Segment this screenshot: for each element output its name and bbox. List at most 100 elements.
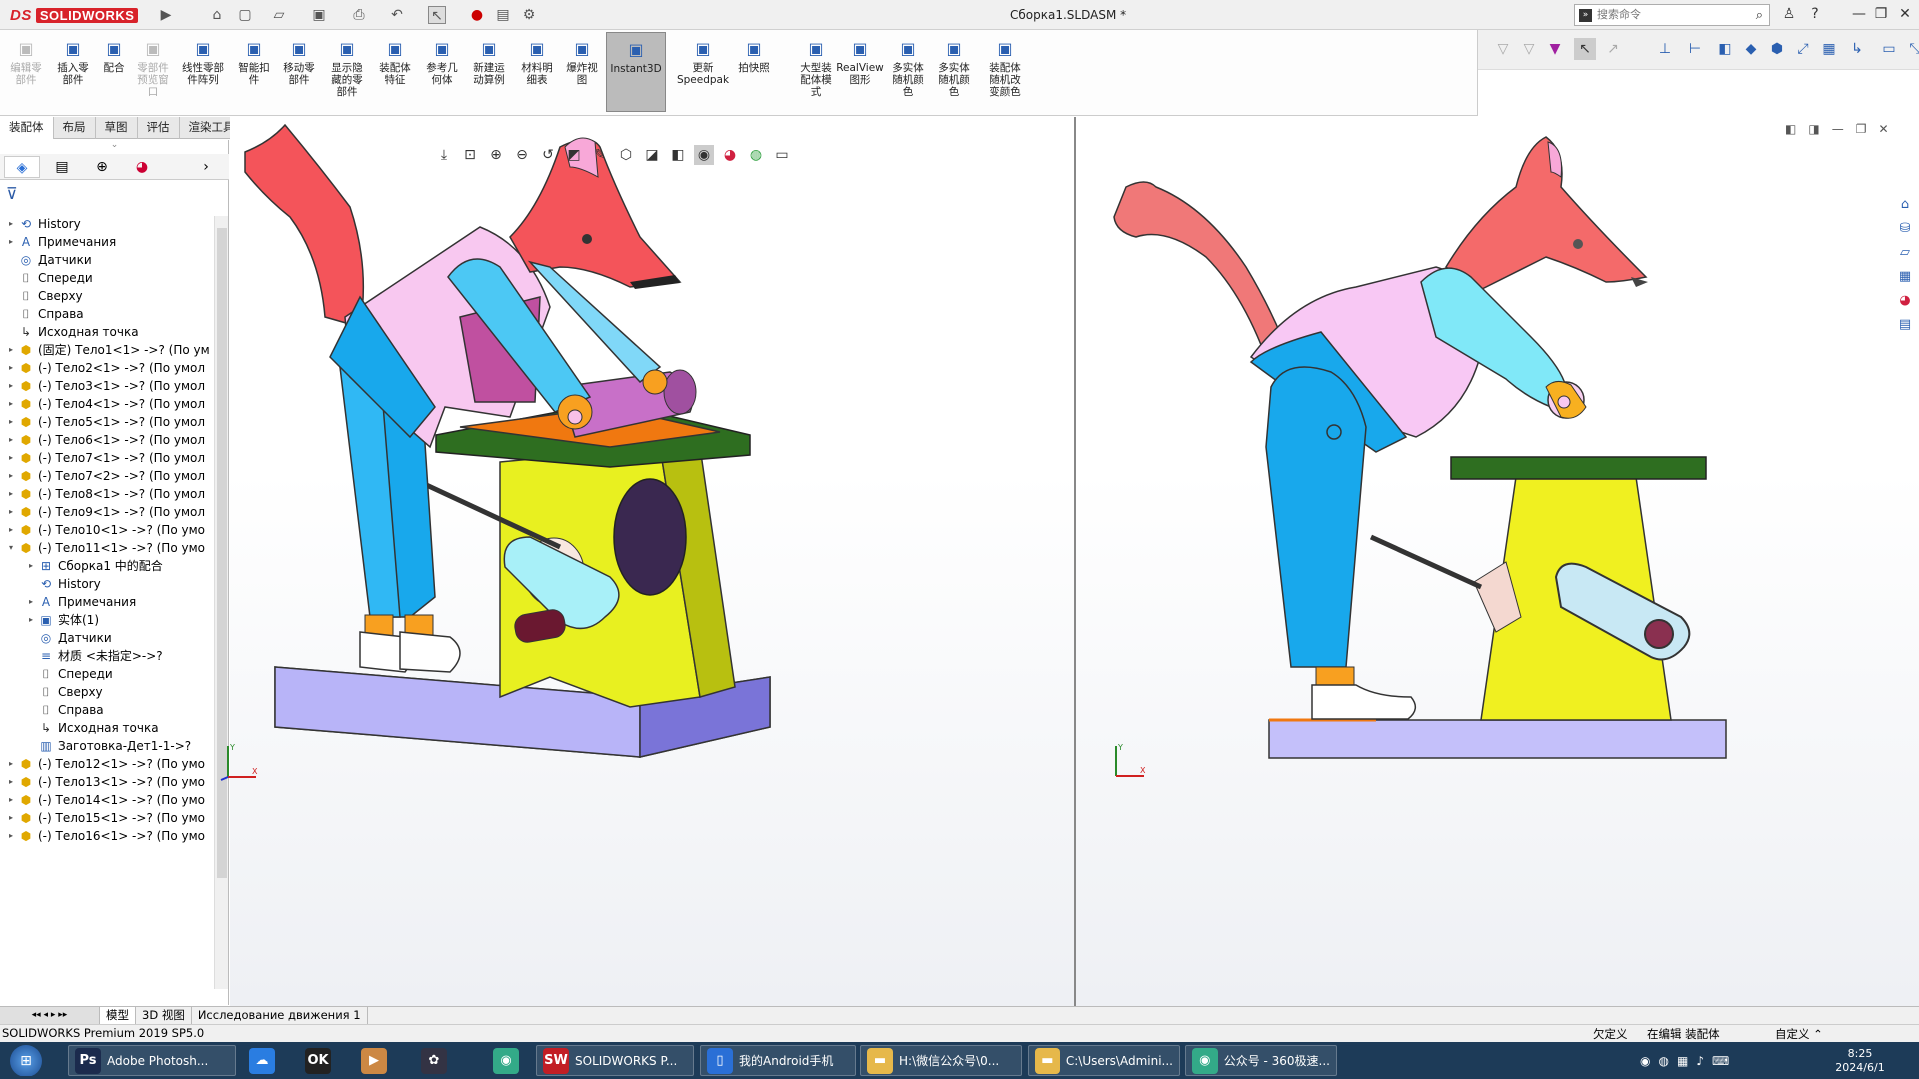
tree-item[interactable]: ▸ ⬢ (-) Тело5<1> ->? (По умол	[6, 412, 205, 432]
filter-faces-icon[interactable]: ▽	[1518, 38, 1540, 60]
tree-item[interactable]: ▸ ⬢ (-) Тело3<1> ->? (По умол	[6, 376, 205, 396]
magnetic-icon[interactable]: ↗	[1602, 38, 1624, 60]
start-button[interactable]: ⊞	[6, 1045, 46, 1076]
search-icon[interactable]: ⌕	[1756, 6, 1763, 26]
tray-ime-icon[interactable]: ⌨	[1712, 1054, 1729, 1068]
tree-scrollbar[interactable]	[214, 216, 228, 989]
tree-item[interactable]: ▸ ⬢ (-) Тело15<1> ->? (По умо	[6, 808, 205, 828]
tree-item[interactable]: ▥ Заготовка-Дет1-1->?	[26, 736, 191, 756]
taskbar-clock[interactable]: 8:25 2024/6/1	[1830, 1045, 1890, 1076]
graphics-viewport-left[interactable]: YX	[209, 117, 1074, 1006]
taskbar-item-6[interactable]: SW SOLIDWORKS P...	[536, 1045, 694, 1076]
ribbon-button-20[interactable]: ▣ 装配体 随机改 变颜色	[978, 32, 1032, 112]
zoom-out-icon[interactable]: ⊖	[512, 145, 532, 165]
tree-expand-toggle-icon[interactable]: ▸	[6, 448, 16, 468]
tree-item[interactable]: ⌷ Сверху	[26, 682, 102, 702]
surface-icon[interactable]: ◧	[1714, 38, 1736, 60]
file-explorer-icon[interactable]: ▱	[1895, 243, 1915, 263]
close-button[interactable]: ✕	[1896, 6, 1914, 22]
ribbon-button-8[interactable]: ▣ 装配体 特征	[372, 32, 418, 112]
view-orient-icon[interactable]: ◆	[1740, 38, 1762, 60]
tree-item[interactable]: ▸ ⬢ (-) Тело7<1> ->? (По умол	[6, 448, 205, 468]
file-properties-icon[interactable]: ▤	[494, 6, 512, 24]
tree-expand-toggle-icon[interactable]: ▸	[6, 754, 16, 774]
ribbon-button-4[interactable]: ▣ 线性零部 件阵列	[176, 32, 230, 112]
save-icon[interactable]: ▣	[310, 6, 328, 24]
appearances-icon[interactable]: ◕	[1895, 291, 1915, 311]
display-monitor-icon[interactable]: ▭	[772, 145, 792, 165]
display-style-icon[interactable]: ◪	[642, 145, 662, 165]
property-manager-tab-icon[interactable]: ▤	[44, 156, 80, 178]
tree-item[interactable]: ≡ 材质 <未指定>->?	[26, 646, 163, 666]
rebuild-icon[interactable]: ●	[468, 6, 486, 24]
zoom-to-fit-icon[interactable]: ⤓	[434, 145, 454, 165]
tree-item[interactable]: ▸ ⬢ (-) Тело13<1> ->? (По умо	[6, 772, 205, 792]
select-icon[interactable]: ↖	[428, 6, 446, 24]
tree-item[interactable]: ▸ ▣ 实体(1)	[26, 610, 99, 630]
graphics-viewport-right[interactable]: YX	[1076, 117, 1919, 1006]
user-icon[interactable]: ♙	[1780, 6, 1798, 22]
taskbar-item-4[interactable]: ✿	[412, 1045, 462, 1076]
tree-expand-toggle-icon[interactable]: ▾	[6, 538, 16, 558]
dynamic-annotation-icon[interactable]: ✎	[590, 145, 610, 165]
tree-item[interactable]: ▸ ⬢ (-) Тело6<1> ->? (По умол	[6, 430, 205, 450]
tray-network-icon[interactable]: ▦	[1677, 1054, 1688, 1068]
viewport-prev-icon[interactable]: ◧	[1785, 122, 1796, 136]
status-units-dropdown[interactable]: 自定义 ⌃	[1775, 1026, 1823, 1042]
edit-appearance-icon[interactable]: ◉	[694, 145, 714, 165]
restore-button[interactable]: ❐	[1872, 6, 1890, 22]
feature-tree-tab-icon[interactable]: ◈	[4, 156, 40, 178]
curve-icon[interactable]: ⤢	[1792, 38, 1814, 60]
tab-0[interactable]: 装配体	[0, 117, 54, 139]
tree-item[interactable]: ▸ ⬢ (-) Тело7<2> ->? (По умол	[6, 466, 205, 486]
tree-item[interactable]: ▸ ⬢ (-) Тело16<1> ->? (По умо	[6, 826, 205, 846]
tree-expand-toggle-icon[interactable]: ▸	[6, 790, 16, 810]
ribbon-button-13[interactable]: ▣ Instant3D	[606, 32, 666, 112]
custom-properties-icon[interactable]: ▤	[1895, 315, 1915, 335]
tree-item[interactable]: ▸ ⬢ (固定) Тело1<1> ->? (По ум	[6, 340, 210, 360]
rectangle-icon[interactable]: ▭	[1878, 38, 1900, 60]
tree-expand-toggle-icon[interactable]: ▸	[6, 772, 16, 792]
viewport-next-icon[interactable]: ◨	[1808, 122, 1819, 136]
tree-item[interactable]: ⌷ Справа	[26, 700, 103, 720]
ribbon-button-17[interactable]: ▣ RealView 图形	[836, 32, 884, 112]
view-orientation-icon[interactable]: ⬡	[616, 145, 636, 165]
tree-filter-icon[interactable]: ⊽	[6, 184, 18, 203]
tree-item[interactable]: ▸ ⬢ (-) Тело2<1> ->? (По умол	[6, 358, 205, 378]
tree-item[interactable]: ▸ ⊞ Сборка1 中的配合	[26, 556, 163, 576]
tree-expand-toggle-icon[interactable]: ▸	[6, 358, 16, 378]
tray-wechat-icon[interactable]: ◍	[1658, 1054, 1668, 1068]
solidworks-resources-icon[interactable]: ⌂	[1895, 195, 1915, 215]
zoom-in-icon[interactable]: ⊕	[486, 145, 506, 165]
tree-item[interactable]: ▸ ⬢ (-) Тело4<1> ->? (По умол	[6, 394, 205, 414]
tree-expand-toggle-icon[interactable]: ▸	[6, 826, 16, 846]
tree-item[interactable]: ▸ A Примечания	[6, 232, 116, 252]
taskbar-item-5[interactable]: ◉	[484, 1045, 534, 1076]
view-settings-icon[interactable]: ◍	[746, 145, 766, 165]
tree-item[interactable]: ⌷ Спереди	[6, 268, 92, 288]
tree-expand-toggle-icon[interactable]: ▸	[6, 520, 16, 540]
hide-show-items-icon[interactable]: ◧	[668, 145, 688, 165]
taskbar-item-7[interactable]: ▯ 我的Android手机	[700, 1045, 856, 1076]
tree-item[interactable]: ▸ ⬢ (-) Тело10<1> ->? (По умо	[6, 520, 205, 540]
box-icon[interactable]: ⬢	[1766, 38, 1788, 60]
snap-point-icon[interactable]: ⊥	[1654, 38, 1676, 60]
tree-expand-toggle-icon[interactable]: ▸	[6, 502, 16, 522]
options-gear-icon[interactable]: ⚙	[520, 6, 538, 24]
section-view-icon[interactable]: ◩	[564, 145, 584, 165]
tree-item[interactable]: ▾ ⬢ (-) Тело11<1> ->? (По умо	[6, 538, 205, 558]
taskbar-item-9[interactable]: ▬ C:\Users\Admini...	[1028, 1045, 1180, 1076]
tree-item[interactable]: ▸ A Примечания	[26, 592, 136, 612]
undo-icon[interactable]: ↶	[388, 6, 406, 24]
bottom-tab-1[interactable]: 3D 视图	[136, 1007, 192, 1024]
search-commands-input[interactable]: » 搜索命令 ⌕	[1574, 4, 1770, 26]
solidworks-logo[interactable]: DS SOLIDWORKS	[10, 4, 139, 26]
tree-expand-toggle-icon[interactable]: ▸	[6, 376, 16, 396]
tab-3[interactable]: 评估	[138, 117, 180, 139]
tray-speaker-icon[interactable]: ♪	[1696, 1054, 1704, 1068]
view-palette-icon[interactable]: ▦	[1895, 267, 1915, 287]
apply-scene-icon[interactable]: ◕	[720, 145, 740, 165]
ribbon-button-19[interactable]: ▣ 多实体 随机颜 色	[930, 32, 978, 112]
bottom-tab-0[interactable]: 模型	[100, 1007, 136, 1024]
print-icon[interactable]: ⎙	[350, 6, 368, 24]
